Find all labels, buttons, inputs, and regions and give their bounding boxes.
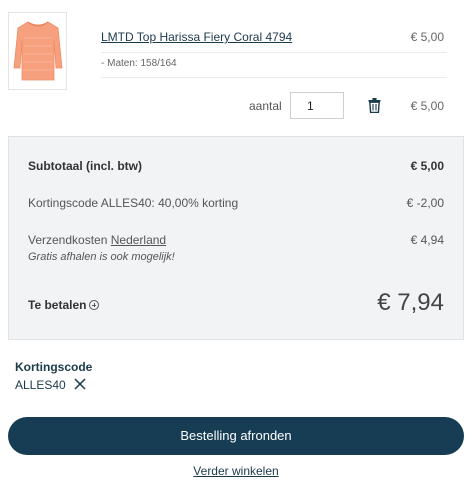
total-label-text: Te betalen [28, 298, 87, 312]
shipping-value: € 4,94 [410, 233, 444, 247]
quantity-row: aantal € 5,00 [8, 92, 464, 120]
product-image[interactable] [8, 12, 67, 90]
checkout-button[interactable]: Bestelling afronden [8, 417, 464, 455]
quantity-label: aantal [249, 99, 282, 113]
product-unit-price: € 5,00 [410, 30, 444, 44]
total-label[interactable]: Te betalen [28, 298, 100, 312]
quantity-input[interactable] [290, 92, 344, 119]
shipping-note: Gratis afhalen is ook mogelijk! [28, 251, 175, 263]
divider [101, 77, 447, 78]
order-summary: Subtotaal (incl. btw) € 5,00 Kortingscod… [8, 136, 464, 340]
shipping-country-link[interactable]: Nederland [111, 233, 166, 247]
trash-icon[interactable] [368, 98, 381, 118]
line-total: € 5,00 [410, 99, 444, 113]
subtotal-value: € 5,00 [410, 159, 444, 173]
coral-top-image [13, 21, 63, 81]
subtotal-label: Subtotaal (incl. btw) [28, 159, 142, 173]
close-icon[interactable] [73, 377, 87, 391]
discount-value: € -2,00 [406, 196, 444, 210]
product-size: - Maten: 158/164 [101, 58, 177, 69]
divider [101, 52, 447, 53]
cart-item: LMTD Top Harissa Fiery Coral 4794 € 5,00… [8, 12, 464, 92]
total-amount: € 7,94 [377, 289, 444, 316]
plus-circle-icon[interactable] [89, 300, 100, 310]
discount-code-title: Kortingscode [15, 360, 93, 374]
discount-code-value: ALLES40 [15, 378, 66, 392]
discount-label: Kortingscode ALLES40: 40,00% korting [28, 196, 239, 210]
shipping-label: Verzendkosten Nederland [28, 233, 166, 247]
continue-shopping-link[interactable]: Verder winkelen [0, 464, 472, 478]
product-name-link[interactable]: LMTD Top Harissa Fiery Coral 4794 [101, 30, 292, 44]
shipping-label-prefix: Verzendkosten [28, 233, 111, 247]
